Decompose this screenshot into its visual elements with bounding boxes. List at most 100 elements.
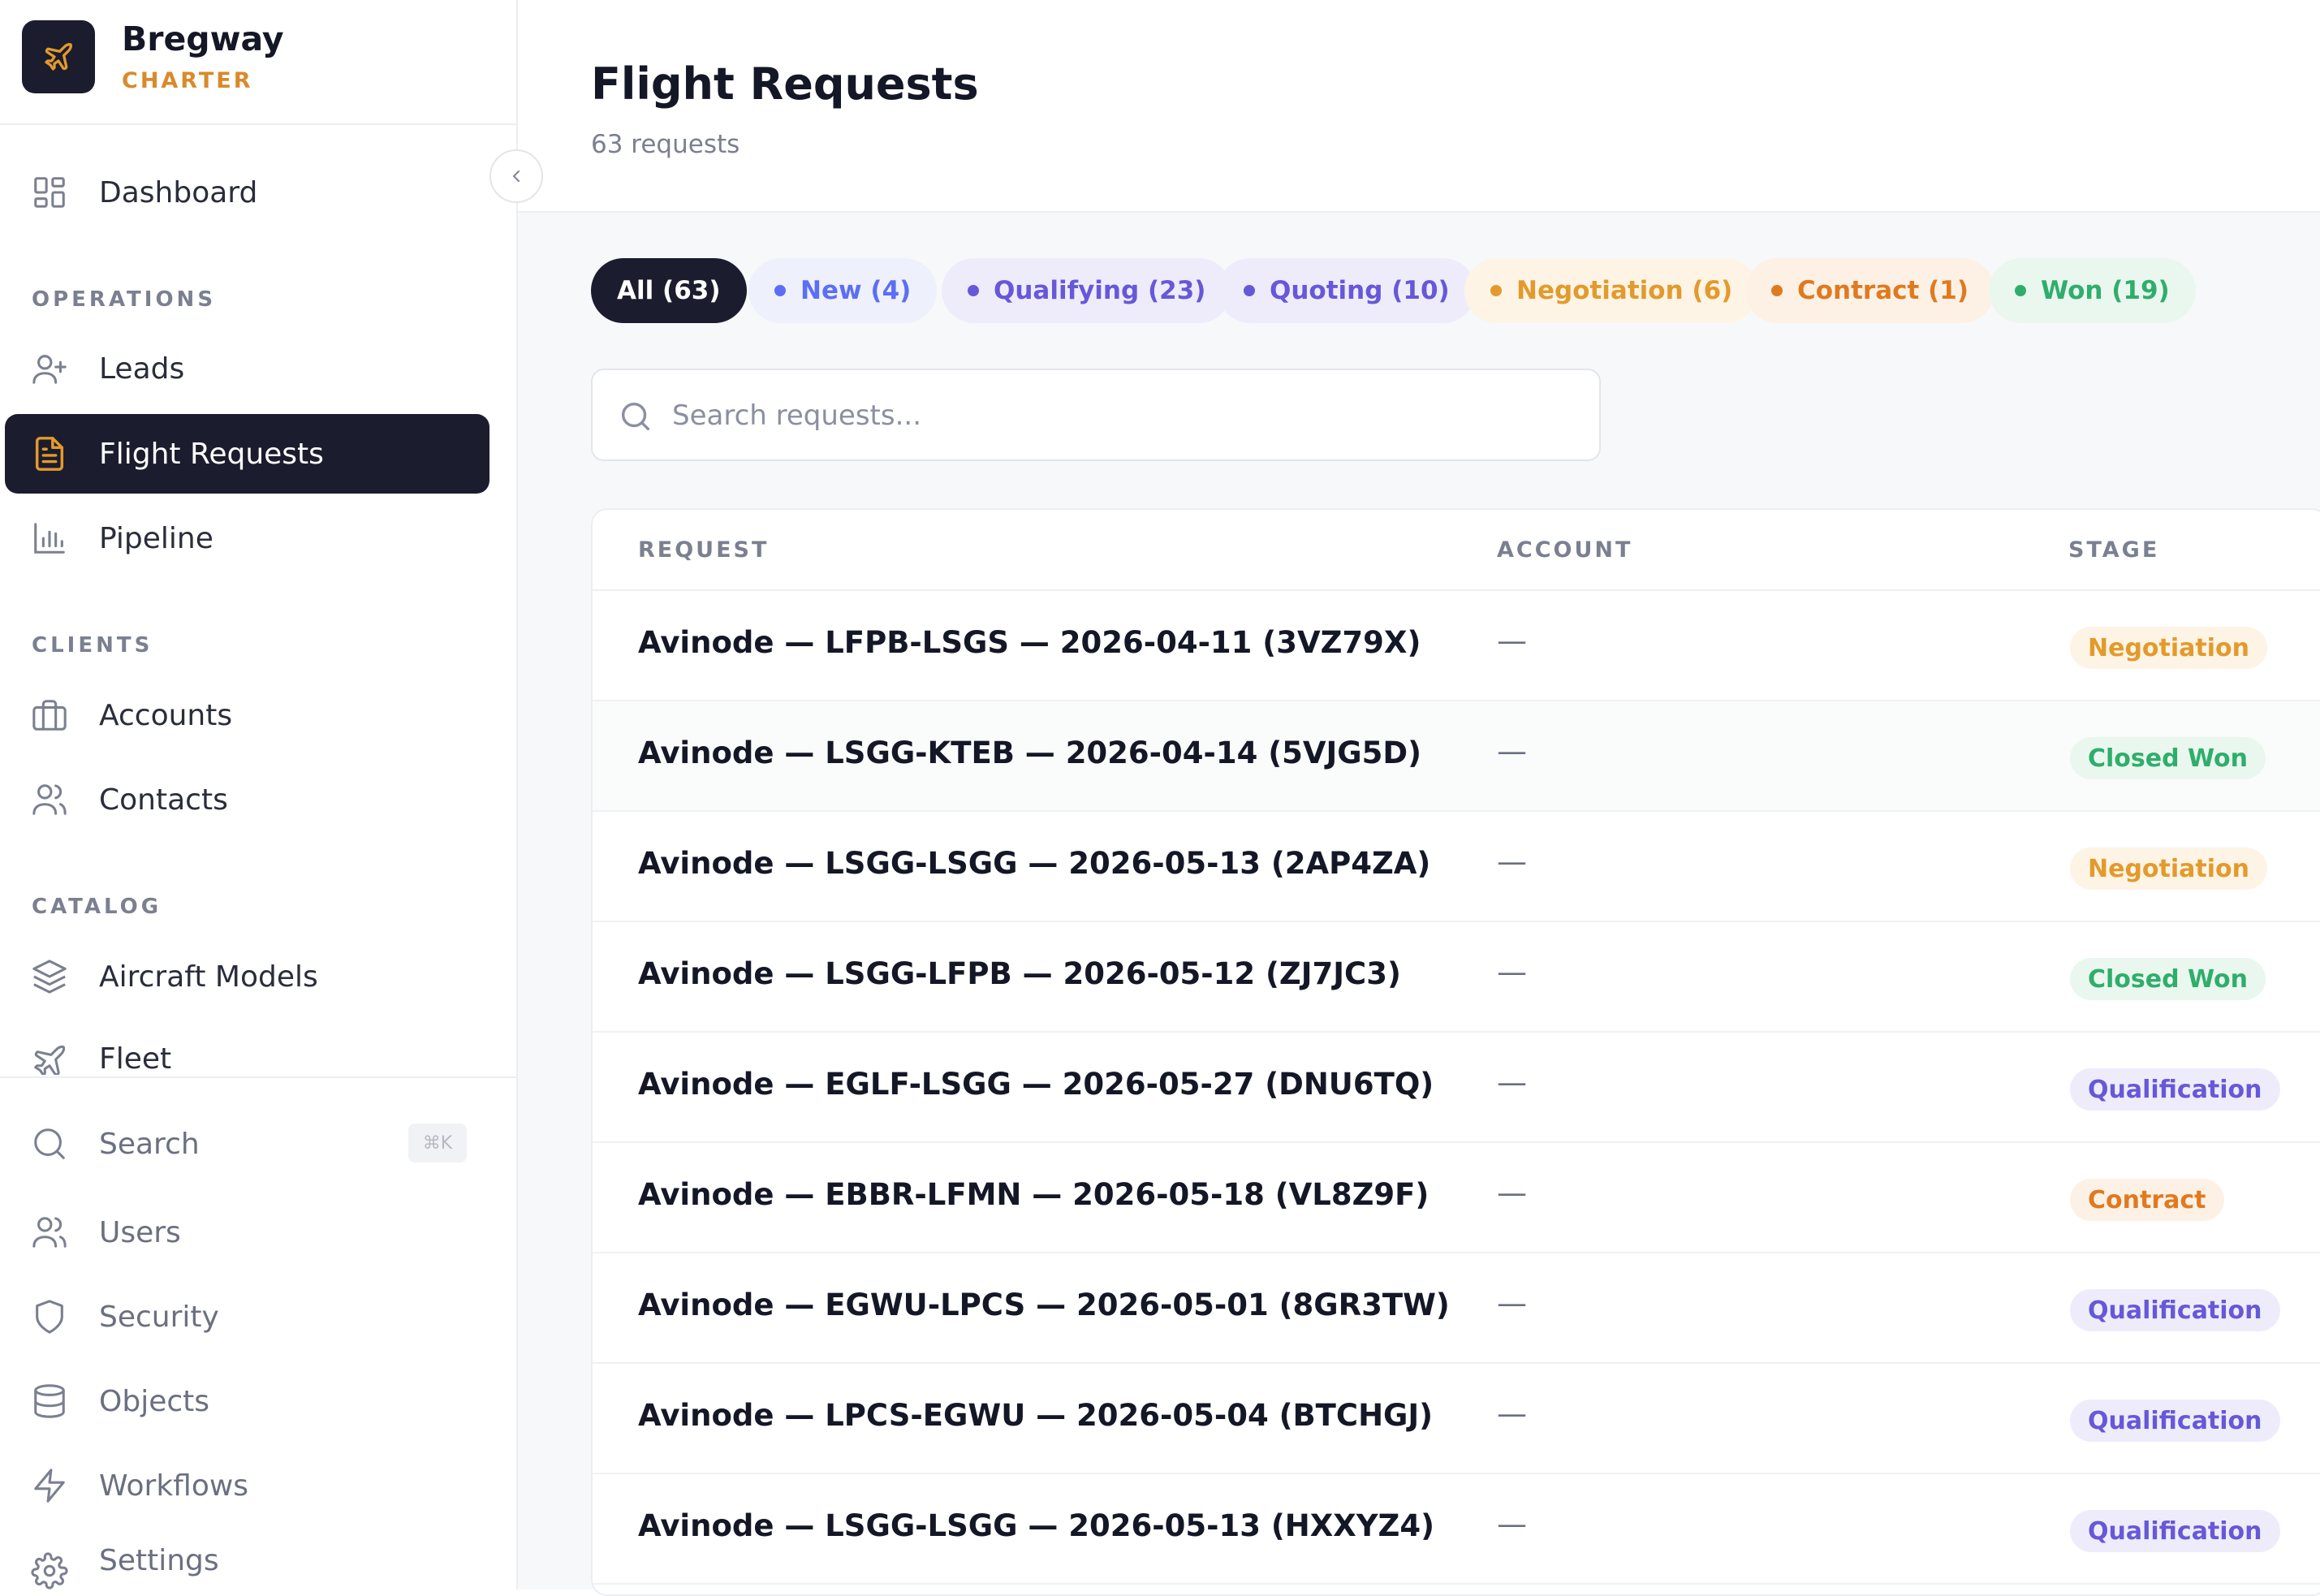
table-row[interactable]: Avinode — LSGG-LSGG — 2026-05-13 (2AP4ZA…: [593, 812, 2320, 922]
stage-badge: Qualification: [2070, 1068, 2280, 1111]
grid-icon: [31, 174, 68, 211]
user-plus-icon: [31, 350, 68, 387]
account-cell: —: [1497, 1175, 1527, 1210]
search-input[interactable]: [671, 386, 1563, 445]
filter-contract[interactable]: Contract (1): [1745, 258, 1995, 323]
sidebar-item-objects[interactable]: Objects: [5, 1361, 489, 1441]
section-label-operations: OPERATIONS: [32, 287, 217, 312]
stage-badge: Negotiation: [2070, 848, 2267, 890]
request-cell[interactable]: Avinode — LPCS-EGWU — 2026-05-04 (BTCHGJ…: [638, 1398, 1433, 1433]
table-row[interactable]: Avinode — EBBR-LFMN — 2026-05-18 (VL8Z9F…: [593, 1143, 2320, 1253]
account-cell: —: [1497, 1065, 1527, 1100]
status-dot: [774, 285, 786, 296]
brand: Bregway CHARTER: [0, 0, 516, 125]
sidebar-item-workflows[interactable]: Workflows: [5, 1446, 489, 1525]
stage-badge: Contract: [2070, 1179, 2224, 1221]
bar-chart-icon: [31, 520, 68, 557]
sidebar-item-label: Users: [99, 1215, 181, 1249]
account-cell: —: [1497, 623, 1527, 658]
search-box: [591, 369, 1601, 461]
sidebar-item-label: Security: [99, 1300, 219, 1334]
filter-label: Negotiation (6): [1516, 276, 1733, 305]
sidebar-item-label: Fleet: [99, 1042, 172, 1075]
stage-badge: Closed Won: [2070, 737, 2266, 779]
document-icon: [31, 435, 68, 472]
collapse-sidebar-button[interactable]: [489, 149, 543, 203]
request-cell[interactable]: Avinode — LFPB-LSGS — 2026-04-11 (3VZ79X…: [638, 625, 1421, 660]
column-header-request[interactable]: REQUEST: [638, 537, 769, 563]
filter-label: Won (19): [2041, 276, 2170, 305]
page-title: Flight Requests: [591, 58, 979, 110]
table-header: REQUEST ACCOUNT STAGE: [593, 510, 2320, 591]
filter-negotiation[interactable]: Negotiation (6): [1464, 258, 1759, 323]
search-shortcut: ⌘K: [408, 1124, 467, 1162]
section-label-clients: CLIENTS: [32, 633, 153, 658]
sidebar: Bregway CHARTER Dashboard OPERATIONS Lea…: [0, 0, 518, 1590]
users-icon: [31, 1214, 68, 1251]
request-cell[interactable]: Avinode — EBBR-LFMN — 2026-05-18 (VL8Z9F…: [638, 1177, 1429, 1212]
account-cell: —: [1497, 955, 1527, 990]
sidebar-item-contacts[interactable]: Contacts: [5, 760, 489, 839]
column-header-account[interactable]: ACCOUNT: [1497, 537, 1632, 563]
sidebar-item-label: Settings: [99, 1543, 219, 1577]
request-cell[interactable]: Avinode — EGLF-LSGG — 2026-05-27 (DNU6TQ…: [638, 1067, 1434, 1102]
sidebar-divider: [0, 1076, 516, 1078]
status-dot: [2015, 285, 2026, 296]
status-dot: [1771, 285, 1783, 296]
table-row[interactable]: Avinode — LSGG-LFPB — 2026-05-12 (ZJ7JC3…: [593, 922, 2320, 1033]
account-cell: —: [1497, 1507, 1527, 1542]
sidebar-item-settings[interactable]: Settings: [5, 1531, 489, 1590]
sidebar-item-users[interactable]: Users: [5, 1193, 489, 1272]
sidebar-item-label: Flight Requests: [99, 437, 324, 471]
request-cell[interactable]: Avinode — LSGG-LSGG — 2026-05-13 (HXXYZ4…: [638, 1508, 1434, 1543]
table-row[interactable]: Avinode — LSGG-KTEB — 2026-04-14 (5VJG5D…: [593, 701, 2320, 812]
plane-icon: [31, 1042, 68, 1075]
requests-table: REQUEST ACCOUNT STAGE Avinode — LFPB-LSG…: [591, 508, 2320, 1596]
account-cell: —: [1497, 1286, 1527, 1321]
filter-qualifying[interactable]: Qualifying (23): [942, 258, 1232, 323]
shield-icon: [31, 1298, 68, 1335]
sidebar-item-aircraft-models[interactable]: Aircraft Models: [5, 937, 489, 1016]
column-header-stage[interactable]: STAGE: [2068, 537, 2159, 563]
chevron-left-icon: [512, 170, 520, 182]
table-row[interactable]: Avinode — LPCS-EGWU — 2026-05-04 (BTCHGJ…: [593, 1364, 2320, 1474]
filter-won[interactable]: Won (19): [1989, 258, 2196, 323]
app: Bregway CHARTER Dashboard OPERATIONS Lea…: [0, 0, 2320, 1596]
account-cell: —: [1497, 1396, 1527, 1431]
stage-badge: Qualification: [2070, 1289, 2280, 1331]
request-cell[interactable]: Avinode — LSGG-KTEB — 2026-04-14 (5VJG5D…: [638, 735, 1421, 770]
sidebar-item-label: Workflows: [99, 1469, 249, 1503]
page-subtitle: 63 requests: [591, 130, 740, 159]
table-row[interactable]: Avinode — EGWU-LPCS — 2026-05-01 (8GR3TW…: [593, 1253, 2320, 1364]
filter-label: Qualifying (23): [994, 276, 1206, 305]
page-header: Flight Requests 63 requests: [518, 0, 2320, 213]
table-row[interactable]: Avinode — EGLF-LSGG — 2026-05-27 (DNU6TQ…: [593, 1033, 2320, 1143]
sidebar-item-flight-requests[interactable]: Flight Requests: [5, 414, 489, 494]
status-dot: [1490, 285, 1502, 296]
filter-new[interactable]: New (4): [748, 258, 938, 323]
request-cell[interactable]: Avinode — EGWU-LPCS — 2026-05-01 (8GR3TW…: [638, 1288, 1450, 1322]
filter-all[interactable]: All (63): [591, 258, 747, 323]
table-row[interactable]: Avinode — LSGG-LSGG — 2026-05-13 (HXXYZ4…: [593, 1474, 2320, 1585]
sidebar-item-dashboard[interactable]: Dashboard: [5, 153, 489, 232]
filter-label: Contract (1): [1797, 276, 1969, 305]
table-row[interactable]: Avinode — LFPB-LSGS — 2026-04-11 (3VZ79X…: [593, 591, 2320, 701]
plane-icon[interactable]: [22, 20, 95, 93]
request-cell[interactable]: Avinode — LSGG-LFPB — 2026-05-12 (ZJ7JC3…: [638, 956, 1401, 991]
zap-icon: [31, 1467, 68, 1504]
account-cell: —: [1497, 734, 1527, 769]
sidebar-item-accounts[interactable]: Accounts: [5, 675, 489, 755]
sidebar-item-search[interactable]: Search ⌘K: [5, 1104, 489, 1184]
sidebar-item-security[interactable]: Security: [5, 1277, 489, 1357]
main-content: Flight Requests 63 requests All (63) New…: [518, 0, 2320, 1596]
request-cell[interactable]: Avinode — LSGG-LSGG — 2026-05-13 (2AP4ZA…: [638, 846, 1430, 881]
sidebar-item-leads[interactable]: Leads: [5, 329, 489, 408]
filter-quoting[interactable]: Quoting (10): [1218, 258, 1476, 323]
sidebar-item-label: Contacts: [99, 783, 228, 817]
sidebar-item-fleet[interactable]: Fleet: [5, 1021, 489, 1075]
stage-badge: Closed Won: [2070, 958, 2266, 1000]
sidebar-item-label: Objects: [99, 1384, 210, 1418]
gear-icon: [31, 1552, 68, 1590]
sidebar-item-pipeline[interactable]: Pipeline: [5, 498, 489, 578]
layers-icon: [31, 958, 68, 995]
